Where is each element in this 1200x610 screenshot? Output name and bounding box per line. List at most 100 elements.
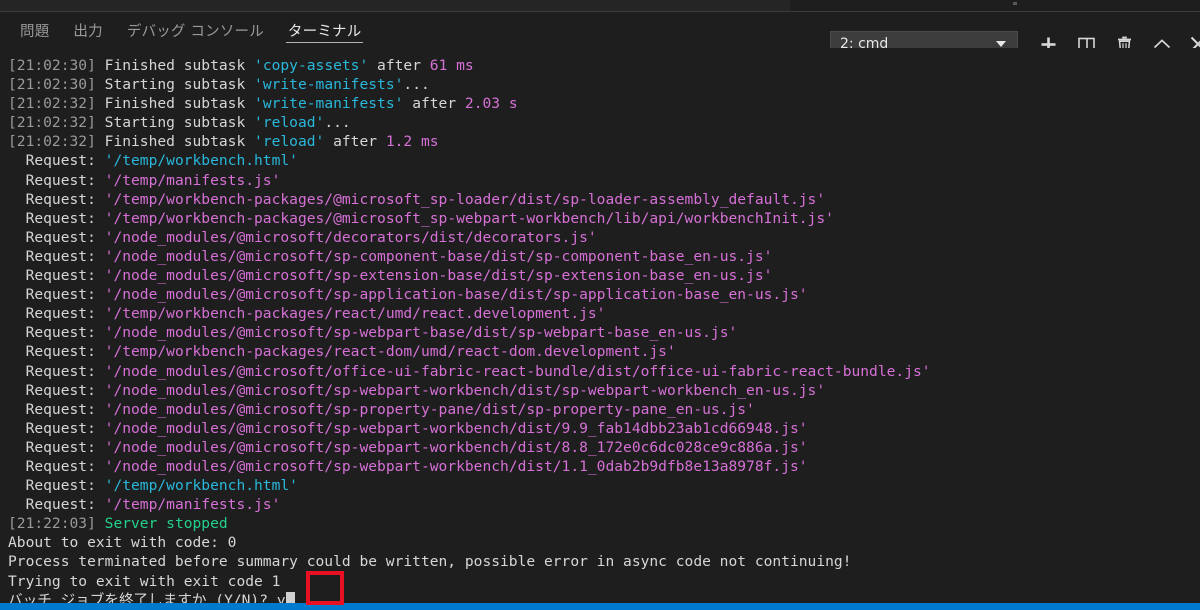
terminal-text: 61 ms (429, 57, 474, 74)
terminal-line: [21:22:03] Server stopped (8, 514, 1200, 533)
terminal-text: Request: (8, 400, 105, 418)
tab-problems-label: 問題 (20, 23, 50, 40)
panel-tab-list: 問題 出力 デバッグ コンソール ターミナル (8, 12, 373, 48)
vscode-panel-window: 問題 出力 デバッグ コンソール ターミナル 2: cmd [21:02:30]… (0, 0, 1200, 610)
terminal-text: Request: (8, 457, 105, 475)
terminal-text: Request: (8, 190, 105, 208)
terminal-text: [21:02:30] (8, 57, 105, 74)
terminal-text: '/node_modules/@microsoft/sp-webpart-bas… (104, 324, 738, 342)
tab-debug-console[interactable]: デバッグ コンソール (115, 12, 276, 48)
terminal-text: About to exit with code: 0 (8, 534, 237, 552)
highlight-box (306, 571, 344, 605)
terminal-text: '/node_modules/@microsoft/sp-property-pa… (104, 400, 755, 418)
terminal-line: [21:02:30] Starting subtask 'write-manif… (8, 75, 1200, 94)
terminal-text: '/temp/workbench.html' (104, 477, 298, 495)
terminal-text: [21:02:32] (8, 133, 105, 151)
panel-header: 問題 出力 デバッグ コンソール ターミナル 2: cmd (0, 12, 1200, 57)
terminal-line: Request: '/temp/workbench.html' (8, 151, 1200, 170)
terminal-line: Process terminated before summary could … (8, 552, 1200, 571)
editor-bottom-edge-right (790, 0, 1200, 11)
terminal-text: 'write-manifests' (254, 76, 404, 94)
terminal-text: Starting subtask (104, 114, 255, 132)
terminal-line: Request: '/node_modules/@microsoft/sp-we… (8, 438, 1200, 457)
terminal-text: ... (324, 114, 351, 132)
terminal-text: '/node_modules/@microsoft/sp-webpart-wor… (104, 457, 808, 475)
terminal-text: [21:02:32] (8, 114, 105, 132)
terminal-text: '/node_modules/@microsoft/decorators/dis… (104, 228, 597, 246)
terminal-text: Request: (8, 286, 105, 304)
terminal-text: after (368, 57, 430, 74)
terminal-text: 'reload' (254, 133, 325, 151)
terminal-text: Request: (8, 247, 105, 265)
terminal-line: [21:02:32] Starting subtask 'reload'... (8, 113, 1200, 132)
terminal-line: Request: '/temp/workbench.html' (8, 476, 1200, 495)
terminal-text: 'write-manifests' (254, 95, 404, 113)
terminal-output-area[interactable]: [21:02:30] Finished subtask 'copy-assets… (0, 48, 1200, 603)
terminal-line: Trying to exit with exit code 1 (8, 572, 1200, 591)
chevron-down-icon (996, 41, 1006, 47)
terminal-text: '/node_modules/@microsoft/sp-webpart-wor… (104, 381, 826, 399)
terminal-line: Request: '/node_modules/@microsoft/offic… (8, 362, 1200, 381)
terminal-line: Request: '/node_modules/@microsoft/sp-we… (8, 457, 1200, 476)
terminal-line: Request: '/node_modules/@microsoft/sp-co… (8, 247, 1200, 266)
terminal-text: '/node_modules/@microsoft/office-ui-fabr… (104, 362, 931, 380)
terminal-line: Request: '/temp/workbench-packages/react… (8, 304, 1200, 323)
terminal-text: Request: (8, 324, 105, 342)
terminal-text: Request: (8, 152, 105, 170)
tab-output[interactable]: 出力 (61, 12, 114, 48)
terminal-line: Request: '/temp/workbench-packages/react… (8, 342, 1200, 361)
terminal-text: ... (403, 76, 430, 94)
terminal-scrollbar[interactable] (1186, 48, 1200, 603)
terminal-text: '/temp/workbench-packages/react-dom/umd/… (104, 343, 676, 361)
terminal-text: '/temp/manifests.js' (104, 171, 281, 189)
terminal-line: Request: '/node_modules/@microsoft/sp-ap… (8, 285, 1200, 304)
terminal-lines: [21:02:30] Finished subtask 'copy-assets… (8, 56, 1200, 603)
tab-output-label: 出力 (73, 23, 103, 40)
terminal-text: 'copy-assets' (254, 57, 369, 74)
terminal-text: '/temp/workbench-packages/react/umd/reac… (104, 305, 606, 323)
terminal-text: 'reload' (254, 114, 325, 132)
terminal-line: Request: '/temp/manifests.js' (8, 495, 1200, 514)
terminal-line: Request: '/node_modules/@microsoft/sp-ex… (8, 266, 1200, 285)
terminal-line: Request: '/node_modules/@microsoft/sp-we… (8, 381, 1200, 400)
tab-debug-console-label: デバッグ コンソール (126, 23, 264, 40)
terminal-text: [21:02:32] (8, 95, 105, 113)
status-bar[interactable] (0, 603, 1200, 610)
terminal-text: 2.03 s (464, 95, 518, 113)
terminal-line: Request: '/node_modules/@microsoft/sp-pr… (8, 400, 1200, 419)
terminal-text: Request: (8, 209, 105, 227)
terminal-text: Request: (8, 305, 105, 323)
tab-problems[interactable]: 問題 (8, 12, 61, 48)
terminal-text: after (324, 133, 386, 151)
terminal-text: Trying to exit with exit code 1 (8, 572, 281, 590)
terminal-text: Request: (8, 362, 105, 380)
terminal-line: Request: '/node_modules/@microsoft/sp-we… (8, 323, 1200, 342)
terminal-text: Request: (8, 438, 105, 456)
terminal-text: Server stopped (104, 515, 228, 533)
terminal-line: Request: '/temp/workbench-packages/@micr… (8, 209, 1200, 228)
terminal-text: '/node_modules/@microsoft/sp-component-b… (104, 247, 773, 265)
terminal-text: Finished subtask (104, 133, 255, 151)
editor-marker-dot (1013, 2, 1017, 5)
terminal-line: [21:02:32] Finished subtask 'reload' aft… (8, 132, 1200, 151)
terminal-text: [21:02:30] (8, 76, 105, 94)
terminal-text: バッチ ジョブを終了しますか (Y/N)? y (8, 591, 286, 603)
terminal-text: '/temp/workbench-packages/@microsoft_sp-… (104, 209, 834, 227)
terminal-line: [21:02:32] Finished subtask 'write-manif… (8, 94, 1200, 113)
terminal-text: Finished subtask (104, 95, 255, 113)
terminal-text: '/temp/manifests.js' (104, 496, 281, 514)
terminal-text: Request: (8, 228, 105, 246)
terminal-text: Request: (8, 171, 105, 189)
terminal-text: Request: (8, 419, 105, 437)
terminal-text: [21:22:03] (8, 515, 105, 533)
terminal-line: [21:02:30] Finished subtask 'copy-assets… (8, 56, 1200, 75)
terminal-line: About to exit with code: 0 (8, 533, 1200, 552)
terminal-text: Request: (8, 477, 105, 495)
terminal-text: Request: (8, 267, 105, 285)
terminal-text: '/node_modules/@microsoft/sp-application… (104, 286, 808, 304)
terminal-line: Request: '/temp/manifests.js' (8, 171, 1200, 190)
tab-terminal[interactable]: ターミナル (276, 12, 374, 48)
terminal-text: Request: (8, 381, 105, 399)
terminal-text: Request: (8, 496, 105, 514)
terminal-text: after (403, 95, 465, 113)
